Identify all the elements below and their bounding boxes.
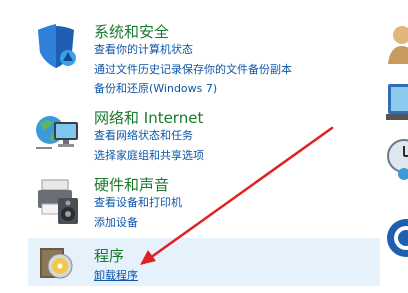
category-system-security: 系统和安全 查看你的计算机状态 通过文件历史记录保存你的文件备份副本 备份和还原…: [28, 18, 380, 100]
clock-globe-icon[interactable]: [384, 134, 408, 180]
link-file-history[interactable]: 通过文件历史记录保存你的文件备份副本: [94, 63, 292, 77]
category-network-internet: 网络和 Internet 查看网络状态和任务 选择家庭组和共享选项: [28, 106, 380, 170]
shield-icon[interactable]: [32, 20, 82, 70]
category-title[interactable]: 系统和安全: [94, 23, 169, 41]
link-add-device[interactable]: 添加设备: [94, 216, 138, 230]
ease-of-access-icon[interactable]: [384, 216, 408, 260]
printer-speaker-icon[interactable]: [32, 176, 82, 226]
link-devices-printers[interactable]: 查看设备和打印机: [94, 196, 182, 210]
link-view-computer-status[interactable]: 查看你的计算机状态: [94, 43, 193, 57]
user-icon[interactable]: [384, 22, 408, 64]
link-network-status[interactable]: 查看网络状态和任务: [94, 129, 193, 143]
category-programs[interactable]: 程序 卸载程序: [28, 238, 380, 286]
link-backup-restore[interactable]: 备份和还原(Windows 7): [94, 82, 217, 96]
category-title[interactable]: 硬件和声音: [94, 176, 169, 194]
monitor-icon[interactable]: [384, 80, 408, 124]
category-title[interactable]: 程序: [94, 247, 124, 265]
programs-disc-icon[interactable]: [36, 242, 76, 282]
link-homegroup-sharing[interactable]: 选择家庭组和共享选项: [94, 149, 204, 163]
category-hardware-sound: 硬件和声音 查看设备和打印机 添加设备: [28, 174, 380, 236]
category-title[interactable]: 网络和 Internet: [94, 109, 203, 127]
link-uninstall-program[interactable]: 卸载程序: [94, 269, 138, 283]
network-globe-icon[interactable]: [32, 108, 82, 158]
